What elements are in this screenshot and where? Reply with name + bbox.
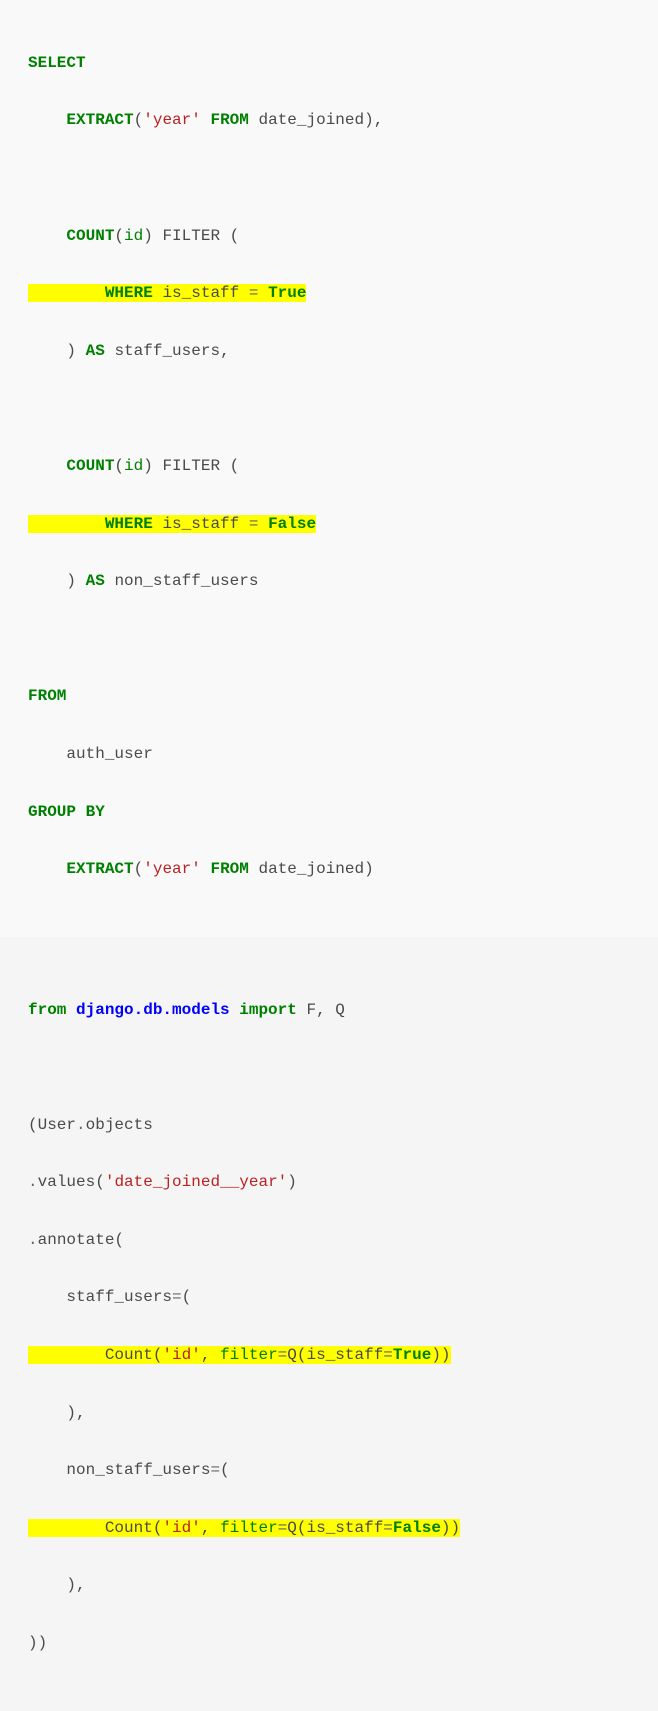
py-line-annotate: .annotate( bbox=[28, 1226, 630, 1255]
py-line-staff: staff_users=( bbox=[28, 1283, 630, 1312]
py-line-close1: ), bbox=[28, 1399, 630, 1428]
py-line-count2: Count('id', filter=Q(is_staff=False)) bbox=[28, 1514, 630, 1543]
sql-line-as1: ) AS staff_users, bbox=[28, 337, 630, 366]
sql-line-authuser: auth_user bbox=[28, 740, 630, 769]
py-line-userobjects: (User.objects bbox=[28, 1111, 630, 1140]
sql-line-where2: WHERE is_staff = False bbox=[28, 510, 630, 539]
sql-code-block: SELECT EXTRACT('year' FROM date_joined),… bbox=[0, 0, 658, 937]
py-blank bbox=[28, 1053, 630, 1082]
sql-blank bbox=[28, 394, 630, 423]
sql-line-as2: ) AS non_staff_users bbox=[28, 567, 630, 596]
sql-line-select: SELECT bbox=[28, 49, 630, 78]
py-line-nonstaff: non_staff_users=( bbox=[28, 1456, 630, 1485]
sql-line-extract2: EXTRACT('year' FROM date_joined) bbox=[28, 855, 630, 884]
python-code-block: from django.db.models import F, Q (User.… bbox=[0, 947, 658, 1711]
sql-line-from: FROM bbox=[28, 682, 630, 711]
sql-blank bbox=[28, 164, 630, 193]
py-line-values: .values('date_joined__year') bbox=[28, 1168, 630, 1197]
sql-line-where1: WHERE is_staff = True bbox=[28, 279, 630, 308]
py-line-count1: Count('id', filter=Q(is_staff=True)) bbox=[28, 1341, 630, 1370]
py-line-import: from django.db.models import F, Q bbox=[28, 996, 630, 1025]
sql-line-count2: COUNT(id) FILTER ( bbox=[28, 452, 630, 481]
py-line-closeall: )) bbox=[28, 1629, 630, 1658]
py-line-close2: ), bbox=[28, 1571, 630, 1600]
sql-line-extract1: EXTRACT('year' FROM date_joined), bbox=[28, 106, 630, 135]
sql-line-groupby: GROUP BY bbox=[28, 798, 630, 827]
sql-blank bbox=[28, 625, 630, 654]
sql-line-count1: COUNT(id) FILTER ( bbox=[28, 222, 630, 251]
